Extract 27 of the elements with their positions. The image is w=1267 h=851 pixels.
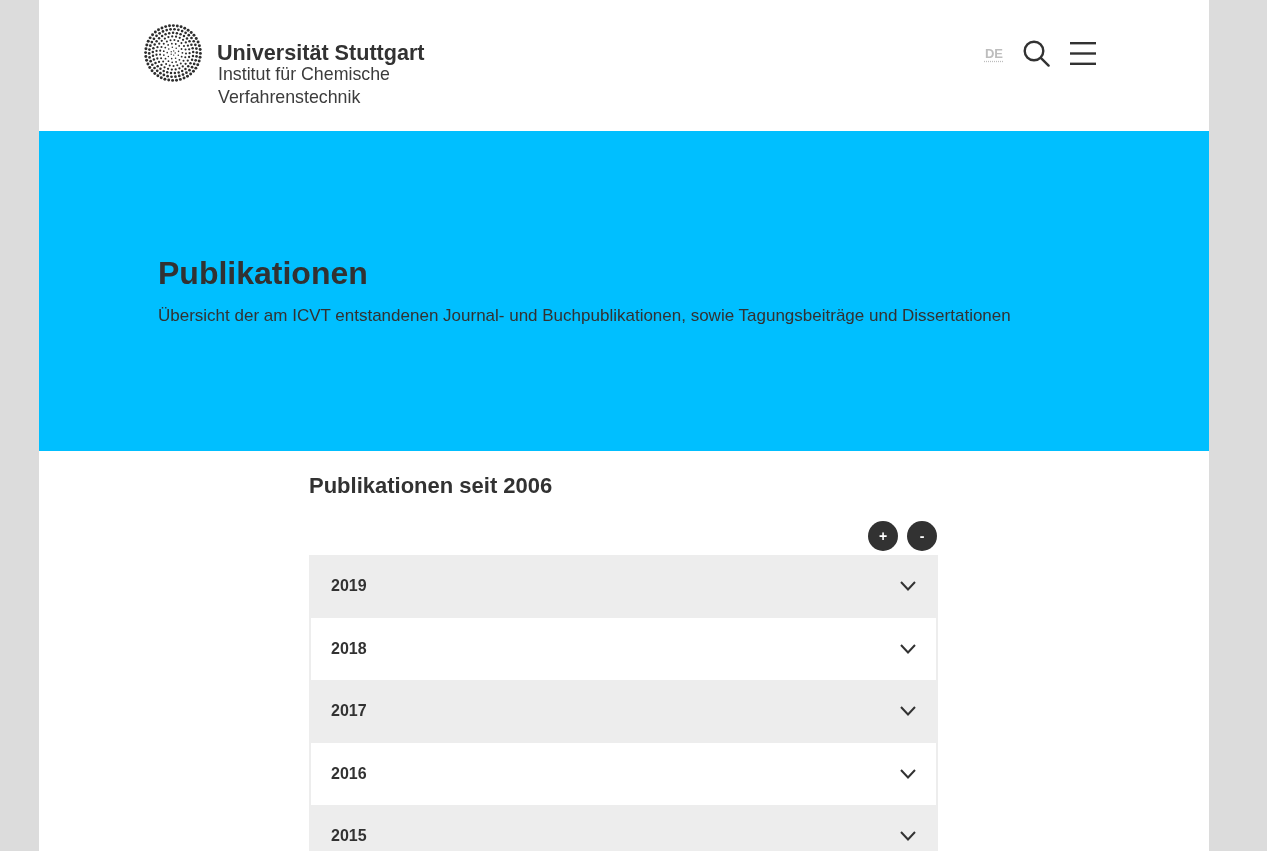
chevron-down-icon	[900, 831, 916, 842]
year-accordion-header[interactable]: 2017	[309, 680, 938, 743]
year-accordion-header[interactable]: 2015	[309, 805, 938, 851]
collapse-all-button[interactable]: -	[907, 521, 937, 551]
expand-all-button[interactable]: +	[868, 521, 898, 551]
year-label: 2015	[331, 827, 367, 846]
section-title: Publikationen seit 2006	[309, 473, 554, 499]
page-title: Publikationen	[158, 254, 369, 292]
dotted-circle-logo	[144, 24, 202, 82]
page-subtitle: Übersicht der am ICVT entstandenen Journal- und Buchpublikationen, sowie Tagungsbeiträge und Dissertationen	[158, 306, 1012, 326]
year-accordion-header[interactable]: 2016	[309, 742, 938, 805]
university-name: Universität Stuttgart	[217, 40, 426, 65]
year-accordion-header[interactable]: 2018	[309, 617, 938, 680]
chevron-down-icon	[900, 581, 916, 592]
institute-name: Institut für Chemische Verfahrenstechnik	[218, 64, 390, 108]
year-label: 2016	[331, 764, 367, 783]
menu-button[interactable]	[1070, 42, 1096, 65]
year-label: 2018	[331, 639, 367, 658]
year-label: 2019	[331, 577, 367, 596]
chevron-down-icon	[900, 768, 916, 779]
chevron-down-icon	[900, 643, 916, 654]
search-button[interactable]	[1023, 40, 1050, 67]
year-accordion-header[interactable]: 2019	[309, 555, 938, 618]
menu-icon	[1070, 42, 1096, 65]
search-icon	[1023, 40, 1050, 67]
year-label: 2017	[331, 702, 367, 721]
chevron-down-icon	[900, 706, 916, 717]
